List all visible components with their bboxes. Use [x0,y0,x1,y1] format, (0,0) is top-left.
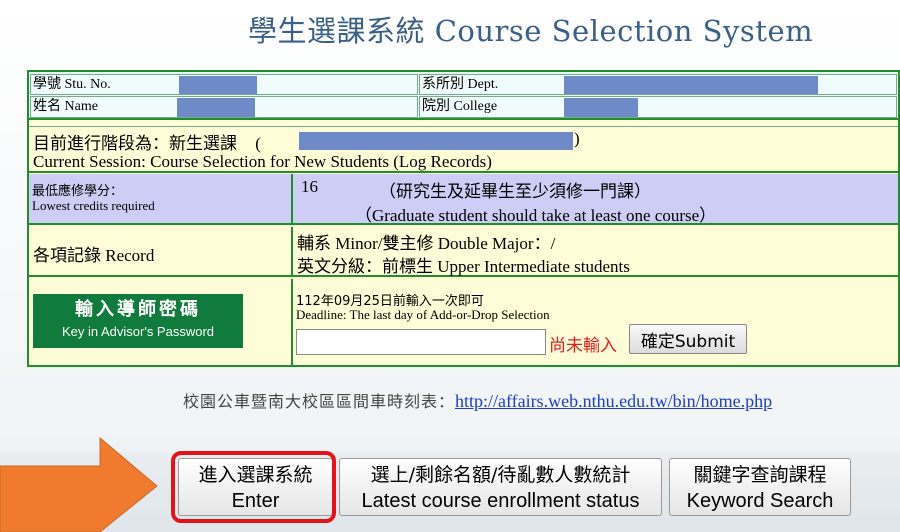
arrow-right-icon [0,436,158,532]
enrollment-status-button[interactable]: 選上/剩餘名額/待亂數人數統計 Latest course enrollment… [339,458,662,516]
enrollment-status-en: Latest course enrollment status [361,490,640,512]
keyword-search-zh: 關鍵字查詢課程 [693,464,827,486]
keyword-search-en: Keyword Search [686,490,834,512]
enter-highlight [171,451,336,523]
enrollment-status-zh: 選上/剩餘名額/待亂數人數統計 [370,464,631,486]
page: 學生選課系統 Course Selection System 學號 Stu. N… [0,0,900,532]
keyword-search-button[interactable]: 關鍵字查詢課程 Keyword Search [669,458,851,516]
